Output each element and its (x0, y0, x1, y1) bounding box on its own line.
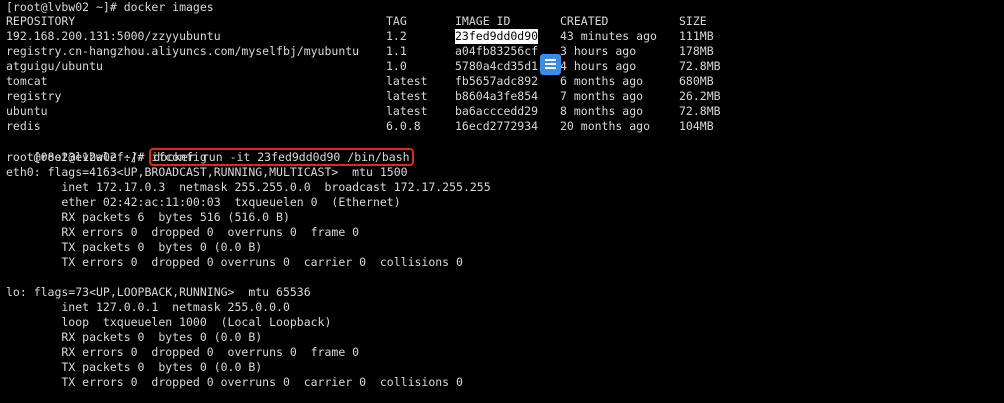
header-size: SIZE (679, 14, 707, 28)
row-repository: 192.168.200.131:5000/zzyyubuntu (6, 29, 221, 43)
output-line: TX errors 0 dropped 0 overruns 0 carrier… (6, 255, 463, 269)
row-created: 8 months ago (560, 104, 644, 118)
row-created: 20 months ago (560, 119, 651, 133)
output-line: TX errors 0 dropped 0 overruns 0 carrier… (6, 375, 463, 389)
row-size: 680MB (679, 74, 714, 88)
header-image-id: IMAGE ID (455, 14, 511, 28)
output-line: RX packets 6 bytes 516 (516.0 B) (6, 210, 290, 224)
row-created: 7 months ago (560, 89, 644, 103)
terminal-window[interactable]: [root@lvbw02 ~]# docker images REPOSITOR… (0, 0, 1004, 403)
row-tag: latest (386, 89, 428, 103)
output-line: RX errors 0 dropped 0 overruns 0 frame 0 (6, 345, 360, 359)
prompt-line-docker-images: [root@lvbw02 ~]# docker images (6, 0, 214, 14)
row-size: 104MB (679, 119, 714, 133)
row-repository: ubuntu (6, 104, 48, 118)
table-row: registry latest b8604a3fe854 7 months ag… (6, 89, 996, 104)
prompt-line-docker-run: [root@lvbw02 ~]# docker run -it 23fed9dd… (6, 135, 414, 166)
prompt-line-ifconfig: root@08e23e12alef:/# ifconfig (6, 150, 207, 164)
output-line: TX packets 0 bytes 0 (0.0 B) (6, 240, 263, 254)
output-line: RX packets 0 bytes 0 (0.0 B) (6, 330, 263, 344)
images-table-header: REPOSITORY TAG IMAGE ID CREATED SIZE (6, 14, 996, 29)
table-row: ubuntu latest ba6acccedd29 8 months ago … (6, 104, 996, 119)
output-line: RX errors 0 dropped 0 overruns 0 frame 0 (6, 225, 360, 239)
row-image-id: ba6acccedd29 (455, 104, 539, 118)
row-repository: registry (6, 89, 62, 103)
row-created: 6 months ago (560, 74, 644, 88)
row-tag: 6.0.8 (386, 119, 421, 133)
output-line: eth0: flags=4163<UP,BROADCAST,RUNNING,MU… (6, 165, 408, 179)
header-created: CREATED (560, 14, 609, 28)
table-row: registry.cn-hangzhou.aliyuncs.com/myself… (6, 44, 996, 59)
output-line: ether 02:42:ac:11:00:03 txqueuelen 0 (Et… (6, 195, 401, 209)
row-tag: 1.0 (386, 59, 407, 73)
output-line: lo: flags=73<UP,LOOPBACK,RUNNING> mtu 65… (6, 285, 311, 299)
row-size: 72.8MB (679, 104, 721, 118)
output-line: TX packets 0 bytes 0 (0.0 B) (6, 360, 263, 374)
table-row: redis 6.0.8 16ecd2772934 20 months ago 1… (6, 119, 996, 134)
output-line: inet 172.17.0.3 netmask 255.255.0.0 broa… (6, 180, 491, 194)
row-tag: 1.1 (386, 44, 407, 58)
row-created: 3 hours ago (560, 44, 637, 58)
row-tag: latest (386, 74, 428, 88)
row-image-id: fb5657adc892 (455, 74, 539, 88)
row-image-id-selected[interactable]: 23fed9dd0d90 (455, 29, 539, 44)
row-image-id: 16ecd2772934 (455, 119, 539, 133)
document-lines-icon[interactable] (540, 54, 561, 75)
icon-line (545, 59, 556, 61)
row-created: 43 minutes ago (560, 29, 657, 43)
output-line: inet 127.0.0.1 netmask 255.0.0.0 (6, 300, 290, 314)
table-row: tomcat latest fb5657adc892 6 months ago … (6, 74, 996, 89)
row-size: 72.8MB (679, 59, 721, 73)
output-line: loop txqueuelen 1000 (Local Loopback) (6, 315, 332, 329)
table-row: atguigu/ubuntu 1.0 5780a4cd35d1 4 hours … (6, 59, 996, 74)
row-repository: redis (6, 119, 41, 133)
header-repository: REPOSITORY (6, 14, 76, 28)
row-repository: tomcat (6, 74, 48, 88)
row-image-id: a04fb83256cf (455, 44, 539, 58)
row-repository: registry.cn-hangzhou.aliyuncs.com/myself… (6, 44, 360, 58)
row-created: 4 hours ago (560, 59, 637, 73)
row-tag: latest (386, 104, 428, 118)
icon-line (545, 67, 556, 69)
row-image-id: 5780a4cd35d1 (455, 59, 539, 73)
row-repository: atguigu/ubuntu (6, 59, 103, 73)
row-image-id: b8604a3fe854 (455, 89, 539, 103)
table-row: 192.168.200.131:5000/zzyyubuntu 1.2 23fe… (6, 29, 996, 44)
row-size: 111MB (679, 29, 714, 43)
row-size: 178MB (679, 44, 714, 58)
row-tag: 1.2 (386, 29, 407, 43)
header-tag: TAG (386, 14, 407, 28)
row-size: 26.2MB (679, 89, 721, 103)
icon-line (545, 63, 556, 65)
